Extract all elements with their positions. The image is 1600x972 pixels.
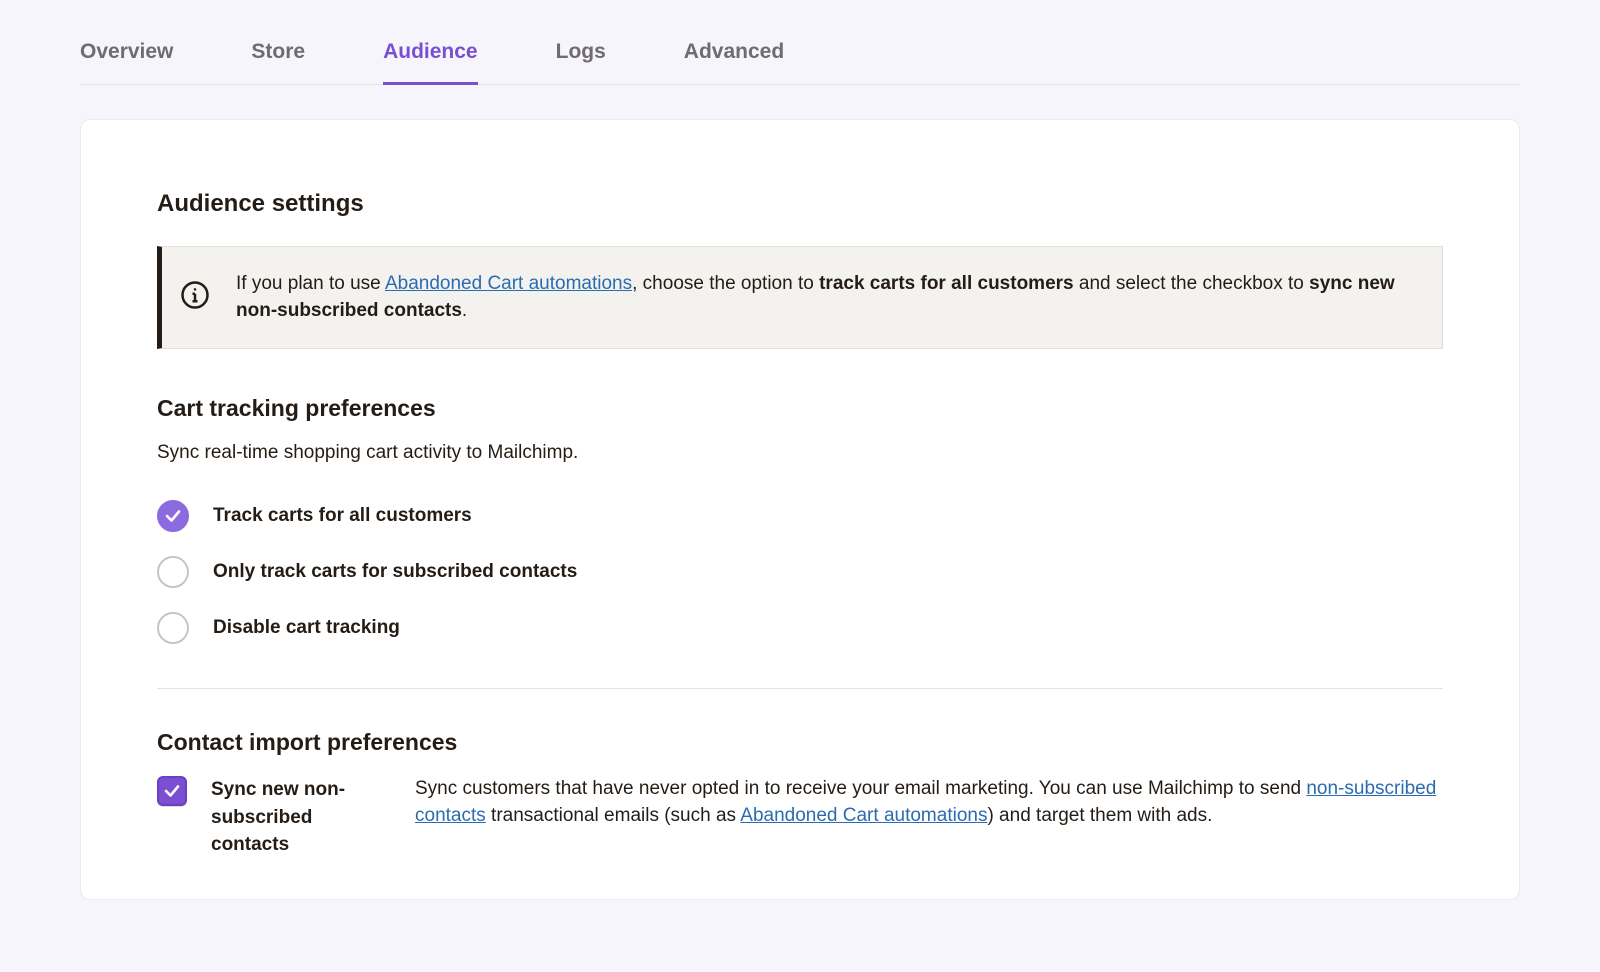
tab-audience[interactable]: Audience	[383, 40, 478, 84]
cart-tracking-radio-group: Track carts for all customers Only track…	[157, 500, 1443, 644]
sync-non-subscribed-label: Sync new non-subscribed contacts	[211, 776, 391, 859]
page-title: Audience settings	[157, 190, 1443, 218]
tab-store[interactable]: Store	[251, 40, 305, 84]
radio-indicator	[157, 556, 189, 588]
tab-logs[interactable]: Logs	[556, 40, 606, 84]
radio-label: Disable cart tracking	[213, 617, 400, 639]
info-icon	[180, 280, 210, 315]
import-desc-mid: transactional emails (such as	[486, 805, 741, 826]
tab-advanced[interactable]: Advanced	[684, 40, 784, 84]
radio-indicator-checked	[157, 500, 189, 532]
contact-import-title: Contact import preferences	[157, 729, 1443, 756]
info-text-suffix: .	[462, 300, 467, 321]
radio-track-all[interactable]: Track carts for all customers	[157, 500, 1443, 532]
info-banner: If you plan to use Abandoned Cart automa…	[157, 246, 1443, 349]
radio-label: Only track carts for subscribed contacts	[213, 561, 577, 583]
radio-indicator	[157, 612, 189, 644]
info-text-mid1: , choose the option to	[632, 273, 819, 294]
radio-track-subscribed[interactable]: Only track carts for subscribed contacts	[157, 556, 1443, 588]
tab-bar: Overview Store Audience Logs Advanced	[80, 0, 1520, 85]
info-text-prefix: If you plan to use	[236, 273, 385, 294]
abandoned-cart-link[interactable]: Abandoned Cart automations	[385, 273, 632, 294]
cart-tracking-title: Cart tracking preferences	[157, 395, 1443, 422]
import-desc-prefix: Sync customers that have never opted in …	[415, 778, 1306, 799]
tab-overview[interactable]: Overview	[80, 40, 173, 84]
contact-import-desc: Sync customers that have never opted in …	[415, 776, 1443, 829]
contact-import-row: Sync new non-subscribed contacts Sync cu…	[157, 776, 1443, 859]
info-text-bold1: track carts for all customers	[819, 273, 1074, 294]
info-text-mid2: and select the checkbox to	[1074, 273, 1310, 294]
import-desc-suffix: ) and target them with ads.	[987, 805, 1212, 826]
info-banner-text: If you plan to use Abandoned Cart automa…	[236, 271, 1414, 324]
cart-tracking-desc: Sync real-time shopping cart activity to…	[157, 442, 1443, 464]
settings-card: Audience settings If you plan to use Aba…	[80, 119, 1520, 900]
abandoned-cart-automations-link[interactable]: Abandoned Cart automations	[740, 805, 987, 826]
sync-non-subscribed-checkbox[interactable]	[157, 776, 187, 806]
radio-disable-tracking[interactable]: Disable cart tracking	[157, 612, 1443, 644]
divider	[157, 688, 1443, 689]
radio-label: Track carts for all customers	[213, 505, 472, 527]
